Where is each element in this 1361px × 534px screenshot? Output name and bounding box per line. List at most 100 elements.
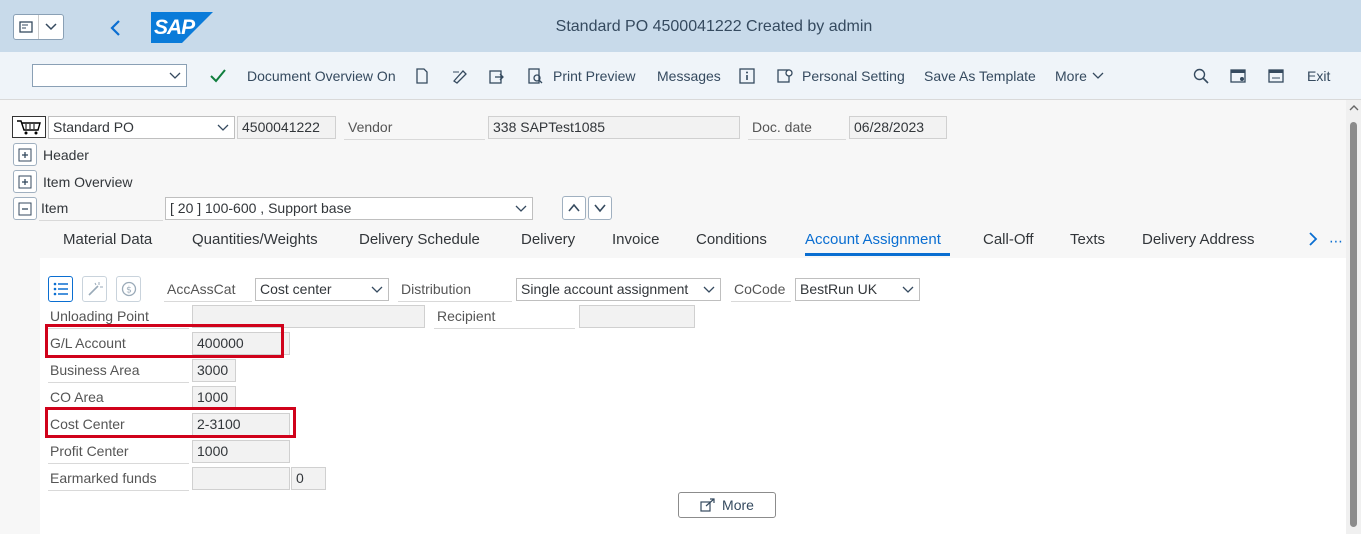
- tab-material-data[interactable]: Material Data: [63, 231, 152, 248]
- chevron-down-icon: [703, 286, 715, 293]
- magic-wand-button[interactable]: [82, 276, 107, 302]
- cocode-label: CoCode: [731, 278, 791, 302]
- next-item-button[interactable]: [588, 196, 612, 220]
- co-area-field[interactable]: 1000: [192, 386, 236, 409]
- menu-button[interactable]: [13, 14, 64, 40]
- back-button[interactable]: [104, 16, 126, 40]
- more-menu-button[interactable]: More: [1055, 68, 1087, 84]
- open-external-icon: [700, 498, 715, 512]
- chevron-down-icon: [39, 15, 63, 39]
- tab-texts[interactable]: Texts: [1070, 231, 1105, 248]
- cart-icon[interactable]: [12, 116, 46, 138]
- save-as-template-button[interactable]: Save As Template: [924, 68, 1036, 84]
- messages-button[interactable]: Messages: [657, 68, 721, 84]
- expand-item-overview-button[interactable]: [13, 170, 37, 193]
- collapse-item-button[interactable]: [13, 197, 37, 220]
- vendor-field[interactable]: 338 SAPTest1085: [488, 116, 740, 139]
- personal-setting-icon[interactable]: [776, 67, 794, 85]
- chevron-down-icon: [902, 286, 914, 293]
- scroll-up-icon: [1349, 105, 1359, 111]
- accasscat-label: AccAssCat: [164, 278, 252, 302]
- accasscat-select[interactable]: Cost center: [255, 278, 389, 301]
- expand-icon: [18, 148, 32, 161]
- active-tab-underline: [805, 253, 950, 256]
- magic-wand-icon: [87, 282, 103, 296]
- earmarked-funds-field[interactable]: [192, 467, 290, 490]
- export-icon[interactable]: [487, 67, 507, 85]
- po-type-select[interactable]: Standard PO: [48, 116, 235, 139]
- cocode-value: BestRun UK: [800, 281, 878, 297]
- item-select[interactable]: [ 20 ] 100-600 , Support base: [165, 197, 533, 220]
- recipient-label: Recipient: [434, 305, 575, 329]
- collapse-icon: [18, 202, 32, 215]
- expand-header-button[interactable]: [13, 143, 37, 166]
- info-icon[interactable]: [738, 67, 756, 85]
- earmarked-funds-label: Earmarked funds: [48, 467, 189, 491]
- command-field[interactable]: [32, 64, 187, 87]
- business-area-label: Business Area: [48, 359, 189, 383]
- vendor-label: Vendor: [344, 116, 485, 140]
- item-section-label: Item: [39, 197, 163, 221]
- chevron-down-icon: [515, 205, 527, 212]
- chevron-down-icon: [169, 72, 181, 79]
- window-icon[interactable]: [1267, 67, 1285, 85]
- print-preview-button[interactable]: Print Preview: [553, 68, 635, 84]
- accasscat-value: Cost center: [260, 281, 332, 297]
- tab-quantities-weights[interactable]: Quantities/Weights: [192, 231, 318, 248]
- tab-overflow-icon[interactable]: ⋯: [1329, 233, 1343, 250]
- print-preview-icon[interactable]: [526, 67, 544, 85]
- exit-button[interactable]: Exit: [1307, 68, 1330, 84]
- list-view-button[interactable]: [48, 276, 73, 302]
- profit-center-field[interactable]: 1000: [192, 440, 290, 463]
- chevron-down-icon: [1092, 72, 1104, 79]
- tab-scroll-right-button[interactable]: [1305, 230, 1321, 248]
- earmarked-item-field[interactable]: 0: [291, 467, 326, 490]
- new-document-icon[interactable]: [413, 67, 431, 85]
- back-arrow-icon: [110, 20, 120, 36]
- tab-invoice[interactable]: Invoice: [612, 231, 660, 248]
- chevron-down-icon: [217, 124, 229, 131]
- profit-center-label: Profit Center: [48, 440, 189, 464]
- new-session-icon[interactable]: [1229, 67, 1247, 85]
- tab-account-assignment[interactable]: Account Assignment: [805, 231, 941, 248]
- cost-center-highlight: [45, 407, 296, 438]
- header-section-label[interactable]: Header: [43, 147, 89, 163]
- cocode-select[interactable]: BestRun UK: [795, 278, 920, 301]
- chevron-down-icon: [371, 286, 383, 293]
- personal-setting-button[interactable]: Personal Setting: [802, 68, 905, 84]
- tab-call-off[interactable]: Call-Off: [983, 231, 1034, 248]
- tab-delivery-address[interactable]: Delivery Address: [1142, 231, 1255, 248]
- chevron-down-icon: [594, 204, 606, 213]
- svg-text:$: $: [126, 286, 132, 296]
- po-number-field[interactable]: 4500041222: [237, 116, 336, 139]
- sap-window: SAP Standard PO 4500041222 Created by ad…: [0, 0, 1361, 534]
- doc-date-label: Doc. date: [748, 116, 846, 140]
- tab-conditions[interactable]: Conditions: [696, 231, 767, 248]
- item-overview-section-label[interactable]: Item Overview: [43, 174, 132, 190]
- chevron-right-icon: [1309, 232, 1318, 246]
- search-icon[interactable]: [1192, 67, 1210, 85]
- check-button[interactable]: [208, 66, 228, 86]
- recipient-field[interactable]: [579, 305, 695, 328]
- vertical-scrollbar[interactable]: [1346, 100, 1361, 534]
- expand-icon: [18, 175, 32, 188]
- window-title: Standard PO 4500041222 Created by admin: [555, 18, 873, 35]
- distribution-select[interactable]: Single account assignment: [516, 278, 721, 301]
- distribution-value: Single account assignment: [521, 281, 689, 297]
- doc-date-field[interactable]: 06/28/2023: [849, 116, 947, 139]
- tab-delivery[interactable]: Delivery: [521, 231, 575, 248]
- more-fields-button[interactable]: More: [678, 492, 776, 518]
- edit-glasses-icon[interactable]: [450, 67, 470, 85]
- distribution-label: Distribution: [398, 278, 512, 302]
- scrollbar-thumb[interactable]: [1350, 122, 1357, 527]
- sap-logo: SAP: [151, 12, 213, 43]
- chevron-up-icon: [568, 203, 580, 212]
- more-fields-label: More: [722, 497, 754, 513]
- currency-button[interactable]: $: [116, 276, 141, 302]
- document-overview-button[interactable]: Document Overview On: [247, 68, 396, 84]
- gl-account-highlight: [45, 324, 284, 358]
- tab-delivery-schedule[interactable]: Delivery Schedule: [359, 231, 480, 248]
- previous-item-button[interactable]: [562, 196, 586, 220]
- business-area-field[interactable]: 3000: [192, 359, 236, 382]
- list-icon: [53, 282, 68, 296]
